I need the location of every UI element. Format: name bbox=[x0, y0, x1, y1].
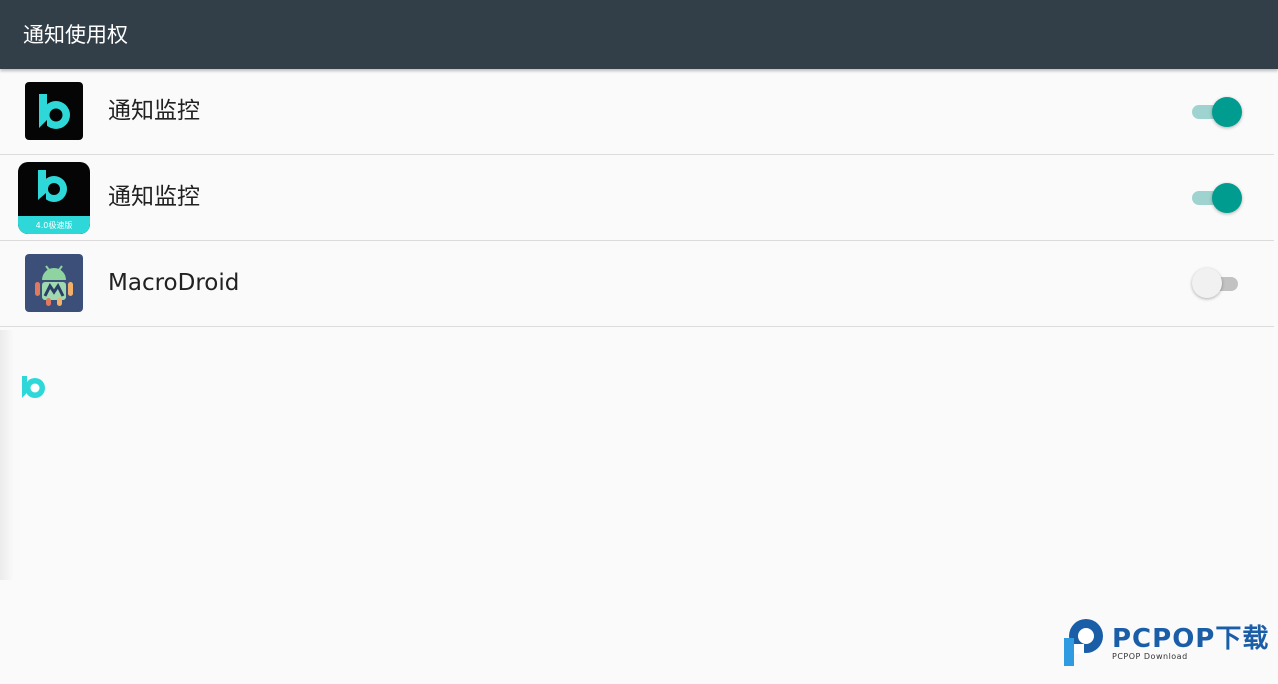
list-item[interactable]: MacroDroid bbox=[0, 241, 1274, 327]
access-toggle[interactable] bbox=[1192, 96, 1244, 128]
b-logo-speed-icon: 4.0极速版 bbox=[18, 162, 90, 234]
notification-access-list: 通知监控 4.0极速版 通知监控 MacroDroid bbox=[0, 69, 1274, 327]
app-name: 通知监控 bbox=[108, 184, 200, 210]
watermark-brand: PCPOP下载 bbox=[1112, 624, 1270, 654]
page-title: 通知使用权 bbox=[23, 23, 128, 47]
toggle-thumb bbox=[1212, 97, 1242, 127]
toggle-thumb bbox=[1192, 268, 1222, 298]
b-logo-floating-icon[interactable] bbox=[20, 373, 48, 401]
app-name: MacroDroid bbox=[108, 270, 240, 296]
list-item[interactable]: 通知监控 bbox=[0, 69, 1274, 155]
watermark-sub: PCPOP Download bbox=[1112, 652, 1188, 661]
watermark: PCPOP下载 PCPOP Download bbox=[1062, 616, 1272, 670]
edge-shadow bbox=[0, 330, 14, 580]
list-item[interactable]: 4.0极速版 通知监控 bbox=[0, 155, 1274, 241]
app-name: 通知监控 bbox=[108, 98, 200, 124]
speed-badge: 4.0极速版 bbox=[36, 220, 73, 230]
toggle-thumb bbox=[1212, 183, 1242, 213]
macrodroid-icon bbox=[25, 254, 83, 312]
access-toggle[interactable] bbox=[1192, 182, 1244, 214]
app-bar: 通知使用权 bbox=[0, 0, 1278, 69]
b-logo-icon bbox=[25, 82, 83, 140]
access-toggle[interactable] bbox=[1192, 268, 1244, 300]
pcpop-logo-icon bbox=[1064, 619, 1103, 666]
